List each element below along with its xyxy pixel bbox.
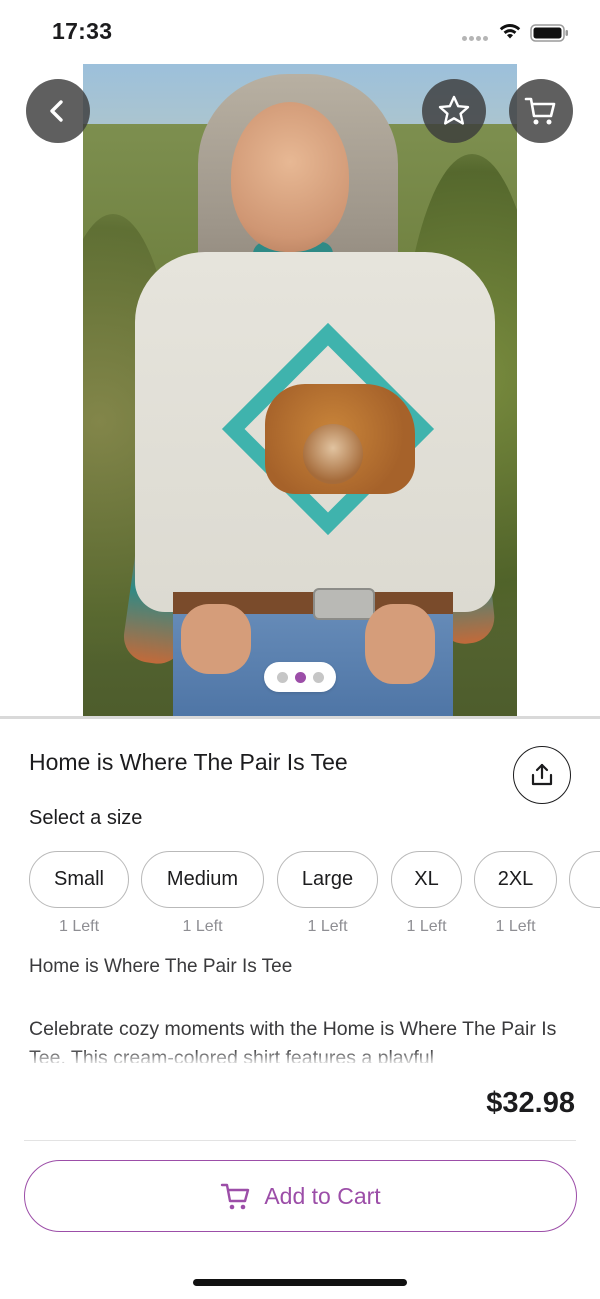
battery-icon	[530, 24, 568, 42]
product-photo-tee-calf	[303, 424, 363, 484]
size-option-label: Small	[53, 868, 104, 890]
size-option-2xl[interactable]: 2XL	[474, 851, 557, 908]
size-option-label: Large	[301, 868, 354, 890]
size-option-label: Medium	[166, 868, 239, 890]
size-stock: 1 Left	[58, 918, 100, 935]
description-title: Home is Where The Pair Is Tee	[29, 956, 293, 977]
product-photo-hand	[181, 604, 251, 674]
product-title: Home is Where The Pair Is Tee	[29, 749, 348, 775]
pager-dot[interactable]	[294, 671, 306, 683]
signal-icon	[462, 36, 490, 42]
product-price: $32.98	[486, 1087, 575, 1119]
cart-icon	[524, 97, 556, 125]
size-selector: Small 1 Left Medium 1 Left Large 1 Left …	[0, 851, 600, 941]
size-option-large[interactable]: Large	[277, 851, 378, 908]
purchase-divider	[24, 1140, 576, 1141]
add-to-cart-button[interactable]: Add to Cart	[24, 1160, 577, 1232]
size-stock: 1 Left	[406, 918, 447, 935]
size-selector-label: Select a size	[29, 807, 143, 829]
pager-dot[interactable]	[312, 671, 324, 683]
size-option-more[interactable]	[569, 851, 600, 908]
status-time: 17:33	[52, 18, 113, 44]
star-icon	[438, 95, 470, 125]
size-option-small[interactable]: Small	[29, 851, 129, 908]
image-pager[interactable]	[264, 662, 336, 692]
product-photo-hand	[365, 604, 435, 684]
description-body: Celebrate cozy moments with the Home is …	[29, 1018, 557, 1063]
product-photo-buckle	[313, 588, 375, 620]
add-to-cart-label: Add to Cart	[264, 1182, 381, 1209]
size-option-xl[interactable]: XL	[391, 851, 462, 908]
size-option-label: XL	[414, 868, 439, 890]
product-image[interactable]	[83, 64, 517, 716]
status-bar: 17:33	[0, 0, 600, 64]
share-button[interactable]	[513, 746, 571, 804]
wifi-icon	[499, 24, 521, 39]
size-stock: 1 Left	[307, 918, 348, 935]
size-option-label: 2XL	[497, 868, 534, 890]
size-stock: 1 Left	[182, 918, 223, 935]
cart-icon	[221, 1183, 250, 1210]
size-option-medium[interactable]: Medium	[141, 851, 264, 908]
image-divider	[0, 716, 600, 719]
favorite-button[interactable]	[422, 79, 486, 143]
cart-button[interactable]	[509, 79, 573, 143]
product-photo-model-face	[231, 102, 349, 252]
size-stock: 1 Left	[495, 918, 536, 935]
chevron-left-icon	[50, 100, 63, 122]
share-icon	[531, 763, 553, 786]
home-indicator[interactable]	[193, 1279, 407, 1286]
back-button[interactable]	[26, 79, 90, 143]
pager-dot[interactable]	[276, 671, 288, 683]
